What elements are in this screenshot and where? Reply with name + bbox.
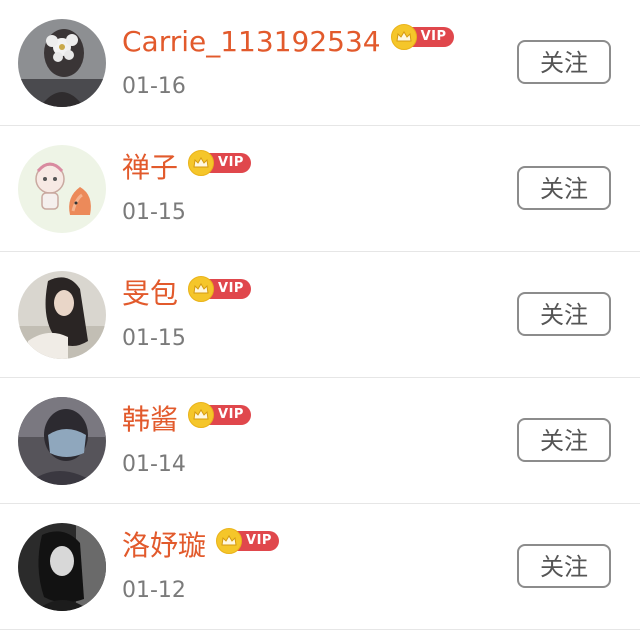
follow-date: 01-16	[122, 74, 186, 99]
avatar-masked-icon	[18, 397, 106, 485]
user-name[interactable]: 旻包	[122, 274, 178, 314]
user-name[interactable]: Carrie_113192534	[122, 22, 381, 62]
follow-button[interactable]: 关注	[517, 166, 611, 210]
name-line: 旻包 VIP	[122, 274, 251, 314]
list-item[interactable]: 旻包 VIP 01-15 关注	[0, 252, 640, 378]
follow-button[interactable]: 关注	[517, 544, 611, 588]
follow-button[interactable]: 关注	[517, 292, 611, 336]
avatar[interactable]	[18, 145, 106, 233]
user-name[interactable]: 禅子	[122, 148, 178, 188]
follow-date: 01-14	[122, 452, 186, 477]
crown-icon	[188, 276, 215, 302]
name-line: 洛妤璇 VIP	[122, 526, 279, 566]
follow-button[interactable]: 关注	[517, 40, 611, 84]
vip-badge: VIP	[390, 24, 454, 50]
avatar-girl-bw-icon	[18, 523, 106, 611]
follow-date: 01-15	[122, 200, 186, 225]
avatar[interactable]	[18, 523, 106, 611]
list-item[interactable]: 洛妤璇 VIP 01-12 关注	[0, 504, 640, 630]
crown-icon	[188, 150, 215, 176]
crown-icon	[188, 402, 215, 428]
name-line: Carrie_113192534 VIP	[122, 22, 454, 62]
avatar-girl-hair-icon	[18, 271, 106, 359]
crown-icon	[216, 528, 243, 554]
avatar-cartoon-icon	[18, 145, 106, 233]
follow-button[interactable]: 关注	[517, 418, 611, 462]
list-item[interactable]: Carrie_113192534 VIP 01-16 关注	[0, 0, 640, 126]
follow-date: 01-12	[122, 578, 186, 603]
vip-badge: VIP	[188, 150, 251, 176]
vip-badge: VIP	[216, 528, 279, 554]
user-name[interactable]: 洛妤璇	[122, 526, 206, 566]
crown-icon	[390, 24, 417, 50]
avatar[interactable]	[18, 397, 106, 485]
avatar[interactable]	[18, 19, 106, 107]
avatar[interactable]	[18, 271, 106, 359]
avatar-girl-flower-icon	[18, 19, 106, 107]
name-line: 韩酱 VIP	[122, 400, 251, 440]
follower-list: Carrie_113192534 VIP 01-16 关注 禅子 VIP 01-…	[0, 0, 640, 630]
vip-badge: VIP	[188, 276, 251, 302]
user-name[interactable]: 韩酱	[122, 400, 178, 440]
list-item[interactable]: 禅子 VIP 01-15 关注	[0, 126, 640, 252]
vip-badge: VIP	[188, 402, 251, 428]
follow-date: 01-15	[122, 326, 186, 351]
name-line: 禅子 VIP	[122, 148, 251, 188]
list-item[interactable]: 韩酱 VIP 01-14 关注	[0, 378, 640, 504]
